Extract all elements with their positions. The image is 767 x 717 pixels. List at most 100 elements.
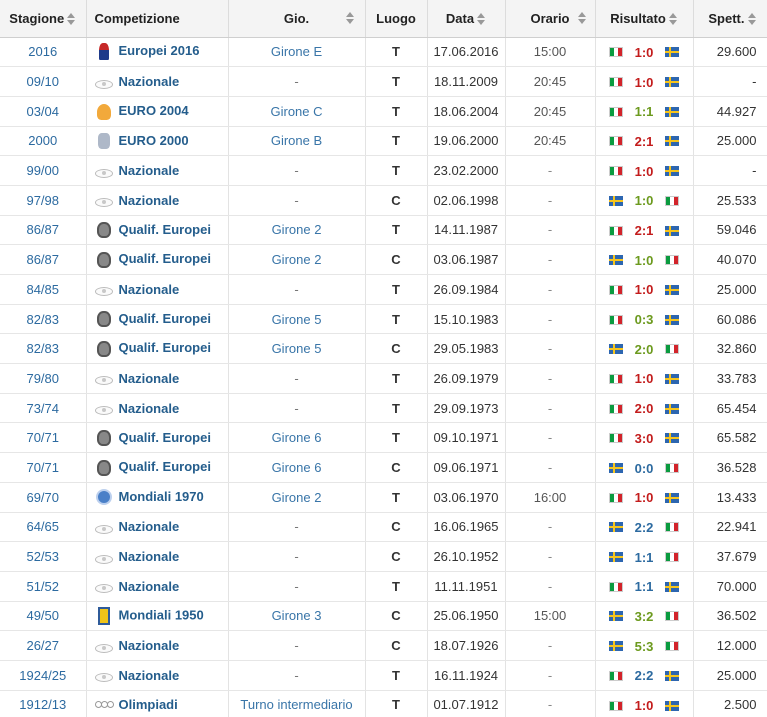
round-link[interactable]: Girone 5	[272, 312, 322, 327]
competition-link[interactable]: Europei 2016	[119, 43, 200, 58]
result-cell[interactable]: 1:0	[595, 66, 694, 97]
season-cell[interactable]: 2016	[0, 37, 87, 68]
competition-cell[interactable]: Nazionale	[86, 541, 229, 572]
competition-cell[interactable]: Nazionale	[86, 185, 229, 216]
competition-cell[interactable]: Nazionale	[86, 155, 229, 186]
result-cell[interactable]: 1:0	[595, 482, 694, 513]
header-spett[interactable]: Spett.	[693, 0, 767, 38]
competition-cell[interactable]: Olimpiadi	[86, 690, 229, 717]
round-link[interactable]: Girone E	[271, 44, 322, 59]
season-cell[interactable]: 70/71	[0, 452, 87, 483]
season-link[interactable]: 73/74	[26, 401, 59, 416]
competition-cell[interactable]: Nazionale	[86, 274, 229, 305]
competition-cell[interactable]: Nazionale	[86, 630, 229, 661]
season-cell[interactable]: 86/87	[0, 215, 87, 246]
score-link[interactable]: 1:0	[623, 164, 665, 179]
result-cell[interactable]: 1:0	[595, 185, 694, 216]
competition-link[interactable]: Qualif. Europei	[119, 311, 211, 326]
score-link[interactable]: 1:1	[623, 550, 665, 565]
sort-icon[interactable]	[577, 12, 587, 24]
competition-link[interactable]: Nazionale	[119, 668, 180, 683]
round-cell[interactable]: Girone 6	[228, 422, 366, 454]
season-cell[interactable]: 73/74	[0, 393, 87, 424]
season-cell[interactable]: 97/98	[0, 185, 87, 216]
season-cell[interactable]: 03/04	[0, 96, 87, 127]
season-link[interactable]: 82/83	[26, 312, 59, 327]
season-cell[interactable]: 51/52	[0, 571, 87, 602]
competition-link[interactable]: Qualif. Europei	[119, 430, 211, 445]
round-link[interactable]: Girone 6	[272, 430, 322, 445]
round-cell[interactable]: Girone 6	[228, 452, 366, 483]
season-link[interactable]: 52/53	[26, 549, 59, 564]
season-link[interactable]: 09/10	[26, 74, 59, 89]
result-cell[interactable]: 5:3	[595, 630, 694, 661]
season-link[interactable]: 70/71	[26, 430, 59, 445]
round-cell[interactable]: Girone 5	[228, 333, 366, 365]
competition-cell[interactable]: Nazionale	[86, 393, 229, 424]
season-cell[interactable]: 49/50	[0, 601, 87, 632]
competition-link[interactable]: Qualif. Europei	[119, 222, 211, 237]
competition-cell[interactable]: Qualif. Europei	[86, 422, 229, 454]
result-cell[interactable]: 1:0	[595, 274, 694, 305]
round-cell[interactable]: Girone E	[228, 37, 366, 68]
competition-link[interactable]: EURO 2000	[119, 133, 189, 148]
score-link[interactable]: 1:1	[623, 579, 665, 594]
season-link[interactable]: 26/27	[26, 638, 59, 653]
competition-cell[interactable]: Europei 2016	[86, 37, 229, 68]
result-cell[interactable]: 1:1	[595, 571, 694, 602]
result-cell[interactable]: 1:0	[595, 155, 694, 186]
score-link[interactable]: 5:3	[623, 639, 665, 654]
round-cell[interactable]: Girone B	[228, 126, 366, 157]
competition-link[interactable]: Qualif. Europei	[119, 459, 211, 474]
score-link[interactable]: 2:2	[623, 520, 665, 535]
season-cell[interactable]: 82/83	[0, 304, 87, 335]
season-link[interactable]: 99/00	[26, 163, 59, 178]
score-link[interactable]: 1:0	[623, 490, 665, 505]
round-link[interactable]: Girone 2	[272, 222, 322, 237]
sort-icon[interactable]	[747, 13, 757, 26]
result-cell[interactable]: 1:0	[595, 244, 694, 275]
round-link[interactable]: Girone B	[271, 133, 322, 148]
round-link[interactable]: Girone 2	[272, 490, 322, 505]
score-link[interactable]: 1:0	[623, 253, 665, 268]
competition-cell[interactable]: Nazionale	[86, 363, 229, 394]
season-cell[interactable]: 52/53	[0, 541, 87, 572]
round-link[interactable]: Girone 3	[272, 608, 322, 623]
competition-link[interactable]: Nazionale	[119, 74, 180, 89]
season-link[interactable]: 64/65	[26, 519, 59, 534]
competition-link[interactable]: Nazionale	[119, 549, 180, 564]
season-cell[interactable]: 09/10	[0, 66, 87, 97]
season-link[interactable]: 1912/13	[19, 697, 66, 712]
result-cell[interactable]: 3:0	[595, 422, 694, 454]
score-link[interactable]: 1:0	[623, 193, 665, 208]
competition-cell[interactable]: EURO 2004	[86, 96, 229, 127]
season-link[interactable]: 51/52	[26, 579, 59, 594]
season-link[interactable]: 03/04	[26, 104, 59, 119]
season-cell[interactable]: 69/70	[0, 482, 87, 513]
result-cell[interactable]: 1:0	[595, 690, 694, 717]
competition-link[interactable]: Nazionale	[119, 579, 180, 594]
competition-link[interactable]: Nazionale	[119, 371, 180, 386]
competition-cell[interactable]: Qualif. Europei	[86, 452, 229, 483]
season-link[interactable]: 69/70	[26, 490, 59, 505]
season-link[interactable]: 2000	[28, 133, 57, 148]
score-link[interactable]: 0:3	[623, 312, 665, 327]
competition-link[interactable]: Nazionale	[119, 193, 180, 208]
season-link[interactable]: 84/85	[26, 282, 59, 297]
header-orario[interactable]: Orario	[505, 0, 596, 38]
result-cell[interactable]: 2:1	[595, 215, 694, 246]
result-cell[interactable]: 3:2	[595, 601, 694, 632]
competition-link[interactable]: Mondiali 1970	[119, 489, 204, 504]
header-gio[interactable]: Gio.	[228, 0, 366, 38]
season-cell[interactable]: 86/87	[0, 244, 87, 275]
competition-link[interactable]: Nazionale	[119, 638, 180, 653]
season-link[interactable]: 82/83	[26, 341, 59, 356]
season-cell[interactable]: 70/71	[0, 422, 87, 454]
score-link[interactable]: 2:0	[623, 401, 665, 416]
competition-cell[interactable]: Nazionale	[86, 512, 229, 543]
result-cell[interactable]: 0:3	[595, 304, 694, 335]
season-link[interactable]: 86/87	[26, 252, 59, 267]
result-cell[interactable]: 2:0	[595, 393, 694, 424]
competition-cell[interactable]: Qualif. Europei	[86, 333, 229, 365]
result-cell[interactable]: 2:2	[595, 512, 694, 543]
